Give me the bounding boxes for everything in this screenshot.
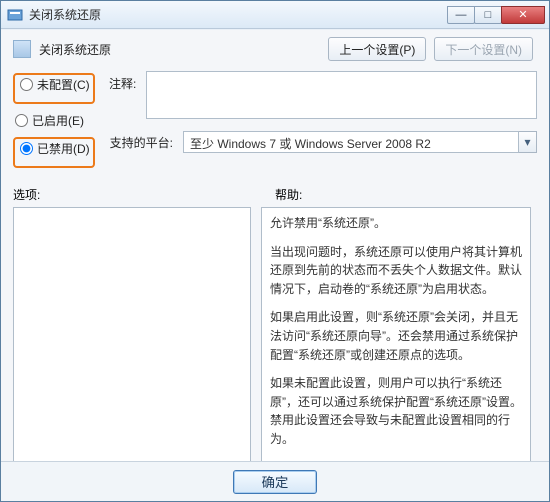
options-label: 选项: — [13, 186, 275, 203]
options-pane — [13, 207, 251, 471]
help-pane: 允许禁用“系统还原”。 当出现问题时，系统还原可以使用户将其计算机还原到先前的状… — [261, 207, 531, 471]
config-row: 未配置(C) 已启用(E) 已禁用(D) — [13, 71, 537, 168]
radio-enabled-input[interactable] — [15, 114, 28, 127]
radio-enabled-label: 已启用(E) — [32, 112, 84, 129]
header-row: 关闭系统还原 上一个设置(P) 下一个设置(N) — [13, 37, 537, 61]
chevron-down-icon: ▾ — [524, 135, 530, 149]
help-paragraph: 当出现问题时，系统还原可以使用户将其计算机还原到先前的状态而不丢失个人数据文件。… — [270, 243, 522, 299]
minimize-button[interactable]: — — [447, 6, 475, 24]
panes: 允许禁用“系统还原”。 当出现问题时，系统还原可以使用户将其计算机还原到先前的状… — [13, 207, 537, 471]
policy-title: 关闭系统还原 — [39, 41, 328, 58]
radio-not-configured-input[interactable] — [20, 78, 33, 91]
next-setting-button[interactable]: 下一个设置(N) — [434, 37, 533, 61]
ok-button[interactable]: 确定 — [233, 470, 317, 494]
help-paragraph: 允许禁用“系统还原”。 — [270, 214, 522, 233]
radio-disabled-label: 已禁用(D) — [37, 140, 90, 157]
highlight-disabled: 已禁用(D) — [13, 137, 95, 168]
nav-buttons: 上一个设置(P) 下一个设置(N) — [328, 37, 533, 61]
platform-dropdown-button[interactable]: ▾ — [519, 131, 537, 153]
radio-not-configured-label: 未配置(C) — [37, 76, 90, 93]
titlebar: 关闭系统还原 — □ ✕ — [1, 1, 549, 29]
dialog-window: 关闭系统还原 — □ ✕ 关闭系统还原 上一个设置(P) 下一个设置(N) — [0, 0, 550, 502]
platform-label: 支持的平台: — [109, 134, 173, 151]
window-controls: — □ ✕ — [448, 6, 545, 24]
radio-enabled[interactable]: 已启用(E) — [13, 112, 101, 129]
close-button[interactable]: ✕ — [501, 6, 545, 24]
comment-textarea[interactable] — [146, 71, 537, 119]
app-icon — [7, 7, 23, 23]
radio-disabled-input[interactable] — [20, 142, 33, 155]
pane-headers: 选项: 帮助: — [13, 186, 537, 203]
maximize-button[interactable]: □ — [474, 6, 502, 24]
radio-not-configured[interactable]: 未配置(C) — [18, 76, 90, 93]
radio-disabled[interactable]: 已禁用(D) — [18, 140, 90, 157]
content-area: 关闭系统还原 上一个设置(P) 下一个设置(N) 未配置(C) — [1, 29, 549, 479]
help-label: 帮助: — [275, 186, 537, 203]
help-paragraph: 如果未配置此设置，则用户可以执行“系统还原”，还可以通过系统保护配置“系统还原”… — [270, 374, 522, 448]
footer: 确定 — [1, 461, 549, 501]
comment-column: 注释: 支持的平台: 至少 Windows 7 或 Windows Server… — [109, 71, 537, 168]
platform-value: 至少 Windows 7 或 Windows Server 2008 R2 — [183, 131, 519, 153]
policy-icon — [13, 40, 31, 58]
state-radio-group: 未配置(C) 已启用(E) 已禁用(D) — [13, 73, 101, 168]
comment-label: 注释: — [109, 71, 138, 119]
window-title: 关闭系统还原 — [29, 6, 448, 23]
help-paragraph: 如果启用此设置，则“系统还原”会关闭，并且无法访问“系统还原向导”。还会禁用通过… — [270, 308, 522, 364]
highlight-not-configured: 未配置(C) — [13, 73, 95, 104]
prev-setting-button[interactable]: 上一个设置(P) — [328, 37, 426, 61]
radio-column: 未配置(C) 已启用(E) 已禁用(D) — [13, 71, 101, 168]
platform-row: 支持的平台: 至少 Windows 7 或 Windows Server 200… — [109, 131, 537, 153]
